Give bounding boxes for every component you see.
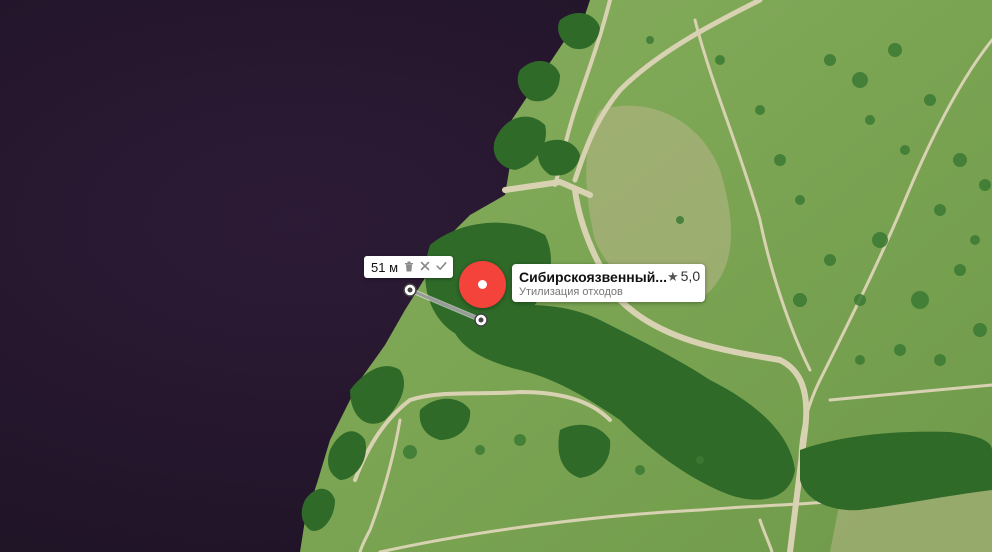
- pin-center-dot: [478, 280, 487, 289]
- place-rating-value: 5,0: [680, 268, 701, 284]
- ruler-point-start[interactable]: [403, 283, 417, 297]
- check-icon[interactable]: [436, 261, 447, 273]
- place-card[interactable]: Сибирскоязвенный... ★ 5,0 Утилизация отхо…: [512, 264, 705, 302]
- star-icon: ★: [666, 269, 679, 284]
- place-category: Утилизация отходов: [519, 286, 623, 298]
- map-pin-icon[interactable]: [459, 261, 506, 308]
- ruler-distance-tooltip: 51 м: [364, 256, 454, 278]
- place-rating: ★ 5,0: [667, 268, 700, 285]
- ruler-distance: 51 м: [371, 259, 399, 275]
- place-card-header: Сибирскоязвенный... ★ 5,0: [519, 268, 700, 285]
- trash-icon[interactable]: [404, 261, 414, 274]
- close-icon[interactable]: [420, 261, 430, 273]
- ruler-point-end[interactable]: [474, 313, 488, 327]
- place-title: Сибирскоязвенный...: [519, 268, 667, 285]
